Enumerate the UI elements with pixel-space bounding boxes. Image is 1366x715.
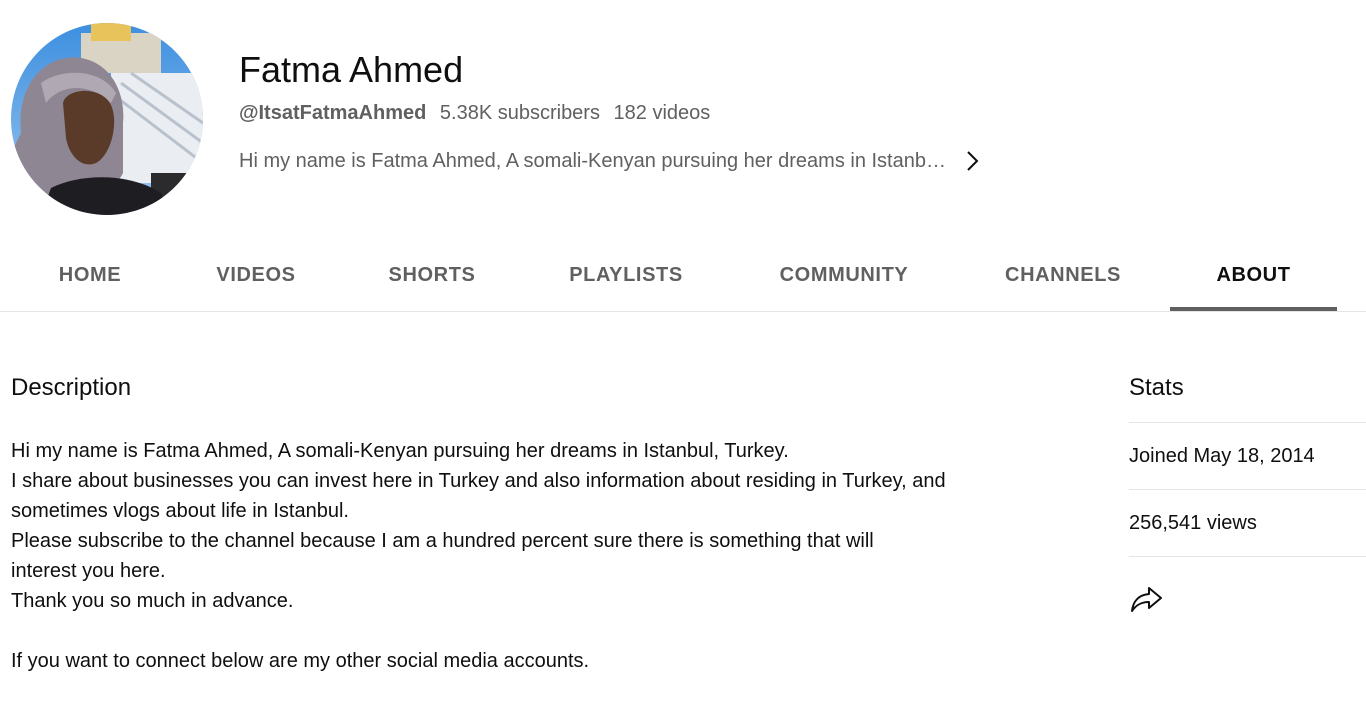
chevron-right-icon[interactable] — [965, 149, 981, 173]
channel-avatar[interactable] — [11, 23, 203, 215]
description-preview[interactable]: Hi my name is Fatma Ahmed, A somali-Keny… — [239, 147, 999, 175]
channel-header: Fatma Ahmed @ItsatFatmaAhmed 5.38K subsc… — [0, 0, 1366, 240]
description-line: sometimes vlogs about life in Istanbul. — [11, 500, 349, 522]
description-line: Thank you so much in advance. — [11, 590, 294, 612]
channel-name: Fatma Ahmed — [239, 49, 464, 90]
description-line: I share about businesses you can invest … — [11, 470, 946, 492]
channel-handle: @ItsatFatmaAhmed — [239, 102, 427, 124]
share-icon — [1129, 587, 1165, 619]
description-line: If you want to connect below are my othe… — [11, 650, 590, 672]
tab-playlists[interactable]: PLAYLISTS — [550, 240, 702, 311]
subscriber-count: 5.38K subscribers — [439, 102, 600, 124]
tab-about[interactable]: ABOUT — [1170, 240, 1337, 311]
description-title: Description — [11, 374, 132, 401]
view-count: 256,541 views — [1129, 490, 1366, 557]
stats-section: Stats Joined May 18, 2014 256,541 views — [1129, 370, 1366, 619]
description-line: Hi my name is Fatma Ahmed, A somali-Keny… — [11, 440, 789, 462]
tab-videos[interactable]: VIDEOS — [186, 240, 326, 311]
tab-community[interactable]: COMMUNITY — [760, 240, 928, 311]
share-button[interactable] — [1129, 583, 1169, 619]
description-section: Description Hi my name is Fatma Ahmed, A… — [11, 370, 1011, 676]
tab-channels[interactable]: CHANNELS — [988, 240, 1138, 311]
tab-home[interactable]: HOME — [12, 240, 168, 311]
channel-tabs: HOME VIDEOS SHORTS PLAYLISTS COMMUNITY C… — [0, 240, 1366, 312]
avatar-image — [11, 23, 203, 215]
description-preview-text: Hi my name is Fatma Ahmed, A somali-Keny… — [239, 150, 947, 172]
channel-meta: @ItsatFatmaAhmed 5.38K subscribers 182 v… — [239, 100, 710, 126]
stats-title: Stats — [1129, 370, 1366, 423]
description-body: Hi my name is Fatma Ahmed, A somali-Keny… — [11, 436, 1011, 676]
joined-date: Joined May 18, 2014 — [1129, 423, 1366, 490]
video-count: 182 videos — [613, 102, 711, 124]
description-line: interest you here. — [11, 560, 166, 582]
tab-shorts[interactable]: SHORTS — [362, 240, 502, 311]
description-line: Please subscribe to the channel because … — [11, 530, 874, 552]
